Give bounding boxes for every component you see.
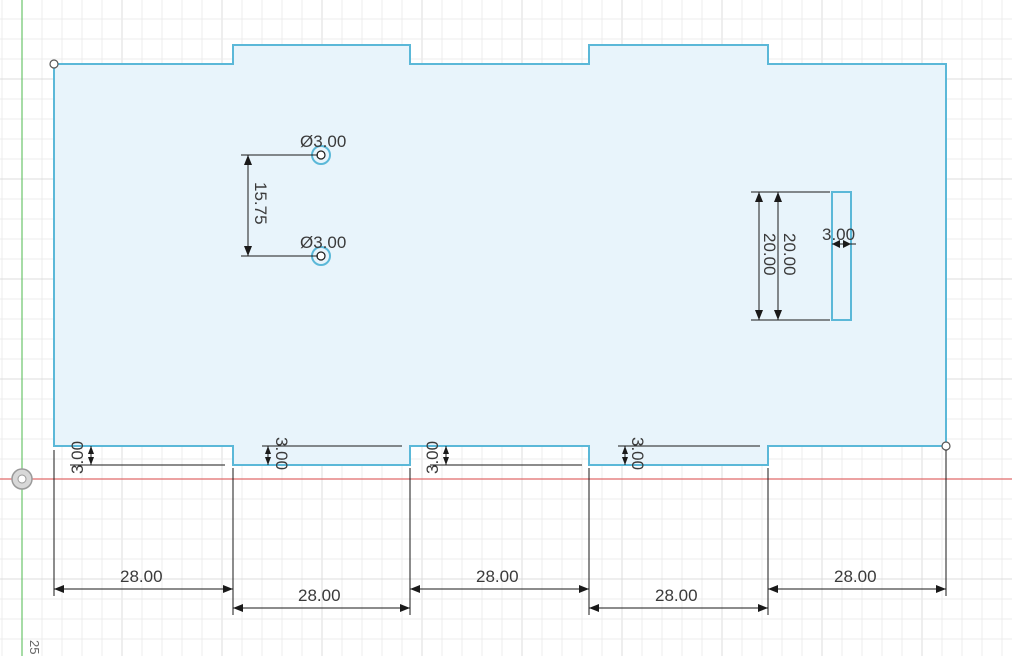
- hole-spacing-label[interactable]: 15.75: [251, 182, 270, 225]
- hole-diameter-top-label[interactable]: Ø3.00: [300, 132, 346, 151]
- segment-1-label[interactable]: 28.00: [120, 567, 163, 586]
- notch-depth-label-1[interactable]: 3.00: [68, 441, 87, 474]
- origin-icon[interactable]: [11, 468, 33, 490]
- axis-edge-label: 25: [27, 640, 42, 654]
- notch-depth-label-4[interactable]: 3.00: [628, 437, 647, 470]
- segment-3-label[interactable]: 28.00: [476, 567, 519, 586]
- sketch-point-bottom-right[interactable]: [941, 441, 951, 451]
- slot-width-label[interactable]: 3.00: [822, 225, 855, 244]
- slot-cutout[interactable]: [831, 191, 852, 321]
- slot-height-outer-label[interactable]: 20.00: [760, 233, 779, 276]
- slot-height-inner-label[interactable]: 20.00: [780, 233, 799, 276]
- notch-depth-label-2[interactable]: 3.00: [272, 437, 291, 470]
- sketch-point-top-left[interactable]: [49, 59, 59, 69]
- segment-2-label[interactable]: 28.00: [298, 586, 341, 605]
- segment-4-label[interactable]: 28.00: [655, 586, 698, 605]
- notch-depth-label-3[interactable]: 3.00: [423, 441, 442, 474]
- hole-diameter-bottom-label[interactable]: Ø3.00: [300, 233, 346, 252]
- sketch-profile[interactable]: [53, 44, 947, 466]
- segment-5-label[interactable]: 28.00: [834, 567, 877, 586]
- sketch-canvas[interactable]: Ø3.00 Ø3.00 15.75 20.00 20.00 3.00 3.00 …: [0, 0, 1012, 656]
